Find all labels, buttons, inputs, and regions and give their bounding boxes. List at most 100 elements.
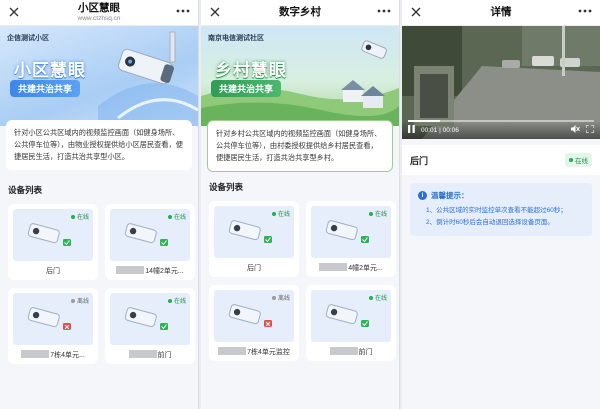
- status-badge: 在线: [70, 212, 89, 221]
- time-current: 00:01: [421, 126, 438, 134]
- device-name: 后门: [410, 155, 429, 166]
- video-player[interactable]: 00:01 | 00:06: [402, 26, 600, 139]
- fullscreen-icon[interactable]: [585, 124, 595, 135]
- banner-headline: 乡村慧眼: [215, 61, 287, 80]
- masked-text: [128, 350, 157, 358]
- pause-icon[interactable]: [408, 125, 415, 135]
- description-card: 针对乡村公共区域内的视频监控画面（如健身场所、公共停车位等），由村委授权提供给乡…: [207, 120, 393, 172]
- status-dot: [167, 214, 172, 219]
- tips-title: 温馨提示：: [431, 191, 469, 200]
- page-title: 数字乡村: [279, 6, 321, 19]
- tip-item: 2、倒计时60秒后会自动退回选择设备页面。: [426, 219, 554, 226]
- nav-bar: 小区慧眼 www.ctzhsq.cn: [0, 0, 198, 26]
- status-label: 在线: [374, 212, 387, 218]
- status-label: 在线: [76, 215, 89, 221]
- status-dot: [167, 298, 172, 303]
- status-label: 在线: [277, 212, 290, 218]
- device-name-text: 前门: [157, 352, 172, 359]
- status-badge: 离线: [271, 293, 290, 302]
- status-label: 在线: [575, 158, 588, 165]
- status-label: 在线: [374, 296, 387, 302]
- page-title: 小区慧眼: [78, 2, 120, 14]
- device-card[interactable]: 离线 7栋4单元监控: [209, 285, 299, 361]
- info-icon: i: [418, 191, 427, 200]
- status-badge: 在线: [368, 293, 387, 302]
- page-url: www.ctzhsq.cn: [77, 14, 121, 22]
- banner: 南京电信测试社区 乡村慧眼 共建共治共享: [201, 26, 399, 126]
- nav-title-group: 小区慧眼 www.ctzhsq.cn: [78, 3, 121, 22]
- device-card[interactable]: 在线 前门: [105, 288, 195, 364]
- community-name: 企信测试小区: [7, 35, 49, 42]
- video-time: 00:01 | 00:06: [421, 126, 459, 134]
- masked-text: [116, 266, 145, 274]
- device-card[interactable]: 在线 前门: [306, 285, 396, 361]
- tips-panel: i 温馨提示： 1、公共区域的实时监控单次查看不能超过60秒； 2、倒计时60秒…: [410, 183, 592, 236]
- device-card[interactable]: 离线 7栋4单元...: [8, 288, 98, 364]
- close-icon[interactable]: [408, 4, 424, 20]
- device-thumbnail: 在线: [110, 209, 190, 261]
- mute-icon[interactable]: [571, 125, 580, 135]
- device-name-text: 前门: [358, 349, 373, 356]
- banner-headline: 小区慧眼: [14, 61, 86, 80]
- status-label: 离线: [76, 299, 89, 305]
- status-dot: [368, 295, 373, 300]
- page-title: 详情: [490, 6, 512, 19]
- status-label: 在线: [173, 299, 186, 305]
- nav-title-group: 数字乡村: [279, 7, 321, 18]
- close-icon[interactable]: [207, 4, 223, 20]
- device-grid: 在线 后门 在线 14幢2单元... 离线 7栋4单元... 在线 前门: [8, 204, 195, 364]
- status-label: 离线: [277, 296, 290, 302]
- camera-illustration-icon: [98, 31, 198, 126]
- status-dot: [368, 211, 373, 216]
- masked-text: [319, 263, 348, 271]
- video-controls: 00:01 | 00:06: [402, 121, 600, 139]
- screen-community-eye: 小区慧眼 www.ctzhsq.cn 企信测试小区 小区慧眼 共建共治共享 针对…: [0, 0, 199, 409]
- device-name: 后门: [214, 263, 294, 273]
- device-thumbnail: 在线: [110, 293, 190, 345]
- device-thumbnail: 在线: [13, 209, 93, 261]
- device-thumbnail: 离线: [13, 293, 93, 345]
- status-dot: [271, 295, 276, 300]
- status-badge: 在线: [565, 153, 592, 167]
- status-badge: 离线: [70, 296, 89, 305]
- device-card[interactable]: 在线 14幢2单元...: [105, 204, 195, 280]
- community-name: 南京电信测试社区: [208, 35, 264, 42]
- masked-text: [218, 347, 247, 355]
- status-dot: [70, 298, 75, 303]
- device-thumbnail: 在线: [214, 206, 294, 258]
- device-name: 后门: [13, 266, 93, 276]
- device-name-text: 7栋4单元...: [50, 352, 85, 359]
- description-card: 针对小区公共区域内的视频监控画面（如健身场所、公共停车位等），由物业授权提供给小…: [6, 120, 192, 170]
- device-grid: 在线 后门 在线 4幢2单元... 离线 7栋4单元监控 在线 前门: [209, 201, 396, 361]
- status-dot: [271, 211, 276, 216]
- device-info-row: 后门 在线: [402, 145, 600, 175]
- nav-title-group: 详情: [491, 7, 512, 18]
- screen-device-detail: 详情 00:01 | 00:06 后门 在线 i 温馨提示： 1、公共区域的实时…: [402, 0, 600, 409]
- device-card[interactable]: 在线 后门: [209, 201, 299, 277]
- device-name-text: 后门: [247, 265, 261, 272]
- status-dot: [70, 214, 75, 219]
- device-thumbnail: 在线: [311, 206, 391, 258]
- status-dot: [569, 158, 573, 162]
- device-card[interactable]: 在线 后门: [8, 204, 98, 280]
- device-name: 14幢2单元...: [110, 266, 190, 276]
- status-label: 在线: [173, 215, 186, 221]
- masked-text: [21, 350, 50, 358]
- more-icon[interactable]: [375, 3, 393, 19]
- status-badge: 在线: [167, 212, 186, 221]
- tips-header: i 温馨提示：: [418, 190, 584, 201]
- close-icon[interactable]: [6, 4, 22, 20]
- device-name: 7栋4单元监控: [214, 347, 294, 357]
- device-card[interactable]: 在线 4幢2单元...: [306, 201, 396, 277]
- device-list-title: 设备列表: [209, 182, 244, 192]
- device-name-text: 7栋4单元监控: [247, 349, 290, 356]
- more-icon[interactable]: [174, 3, 192, 19]
- device-name: 7栋4单元...: [13, 350, 93, 360]
- device-name: 前门: [110, 350, 190, 360]
- more-icon[interactable]: [576, 3, 594, 19]
- device-name-text: 14幢2单元...: [145, 268, 184, 275]
- status-badge: 在线: [368, 209, 387, 218]
- screen-village-eye: 数字乡村 南京电信测试社区 乡村慧眼 共建共治共享 针对乡村公共区域内的视频监控…: [201, 0, 400, 409]
- device-thumbnail: 在线: [311, 290, 391, 342]
- banner: 企信测试小区 小区慧眼 共建共治共享: [0, 26, 198, 126]
